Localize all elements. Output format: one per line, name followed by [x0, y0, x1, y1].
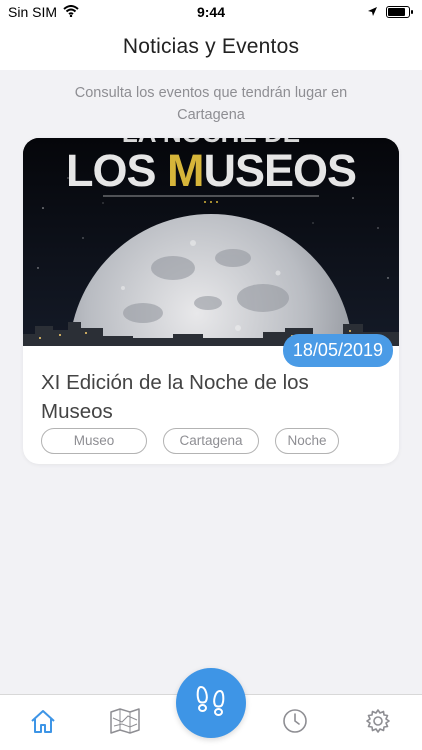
status-right: [367, 4, 413, 20]
status-time: 9:44: [196, 4, 226, 20]
location-arrow-icon: [367, 4, 378, 20]
clock-icon: [282, 708, 308, 739]
tab-settings[interactable]: [364, 708, 392, 739]
event-date-badge: 18/05/2019: [282, 334, 393, 367]
event-title: XI Edición de la Noche de los Museos: [41, 371, 309, 423]
intro-text: Consulta los eventos que tendrán lugar e…: [74, 85, 348, 123]
tag-museo[interactable]: Museo: [41, 428, 147, 454]
tag-cartagena[interactable]: Cartagena: [163, 428, 259, 454]
tab-map[interactable]: [110, 707, 140, 739]
nav-bar: Noticias y Eventos: [0, 24, 422, 70]
battery-icon: [386, 6, 413, 18]
tag-noche[interactable]: Noche: [275, 428, 339, 454]
event-image: LA NOCHE DE LOS MUSEOS: [23, 138, 399, 346]
footprints-button[interactable]: [176, 668, 246, 738]
gear-icon: [365, 708, 391, 739]
status-bar: Sin SIM 9:44: [0, 0, 422, 24]
poster-line2: LOS MUSEOS: [66, 145, 356, 196]
footprints-icon: [193, 683, 229, 724]
page-title: Noticias y Eventos: [122, 35, 300, 58]
event-tags: Museo Cartagena Noche: [41, 428, 339, 454]
tab-history[interactable]: [281, 708, 309, 739]
tab-home[interactable]: [29, 709, 57, 737]
home-icon: [30, 708, 56, 739]
event-card[interactable]: LA NOCHE DE LOS MUSEOS: [23, 138, 399, 464]
map-icon: [110, 707, 140, 739]
